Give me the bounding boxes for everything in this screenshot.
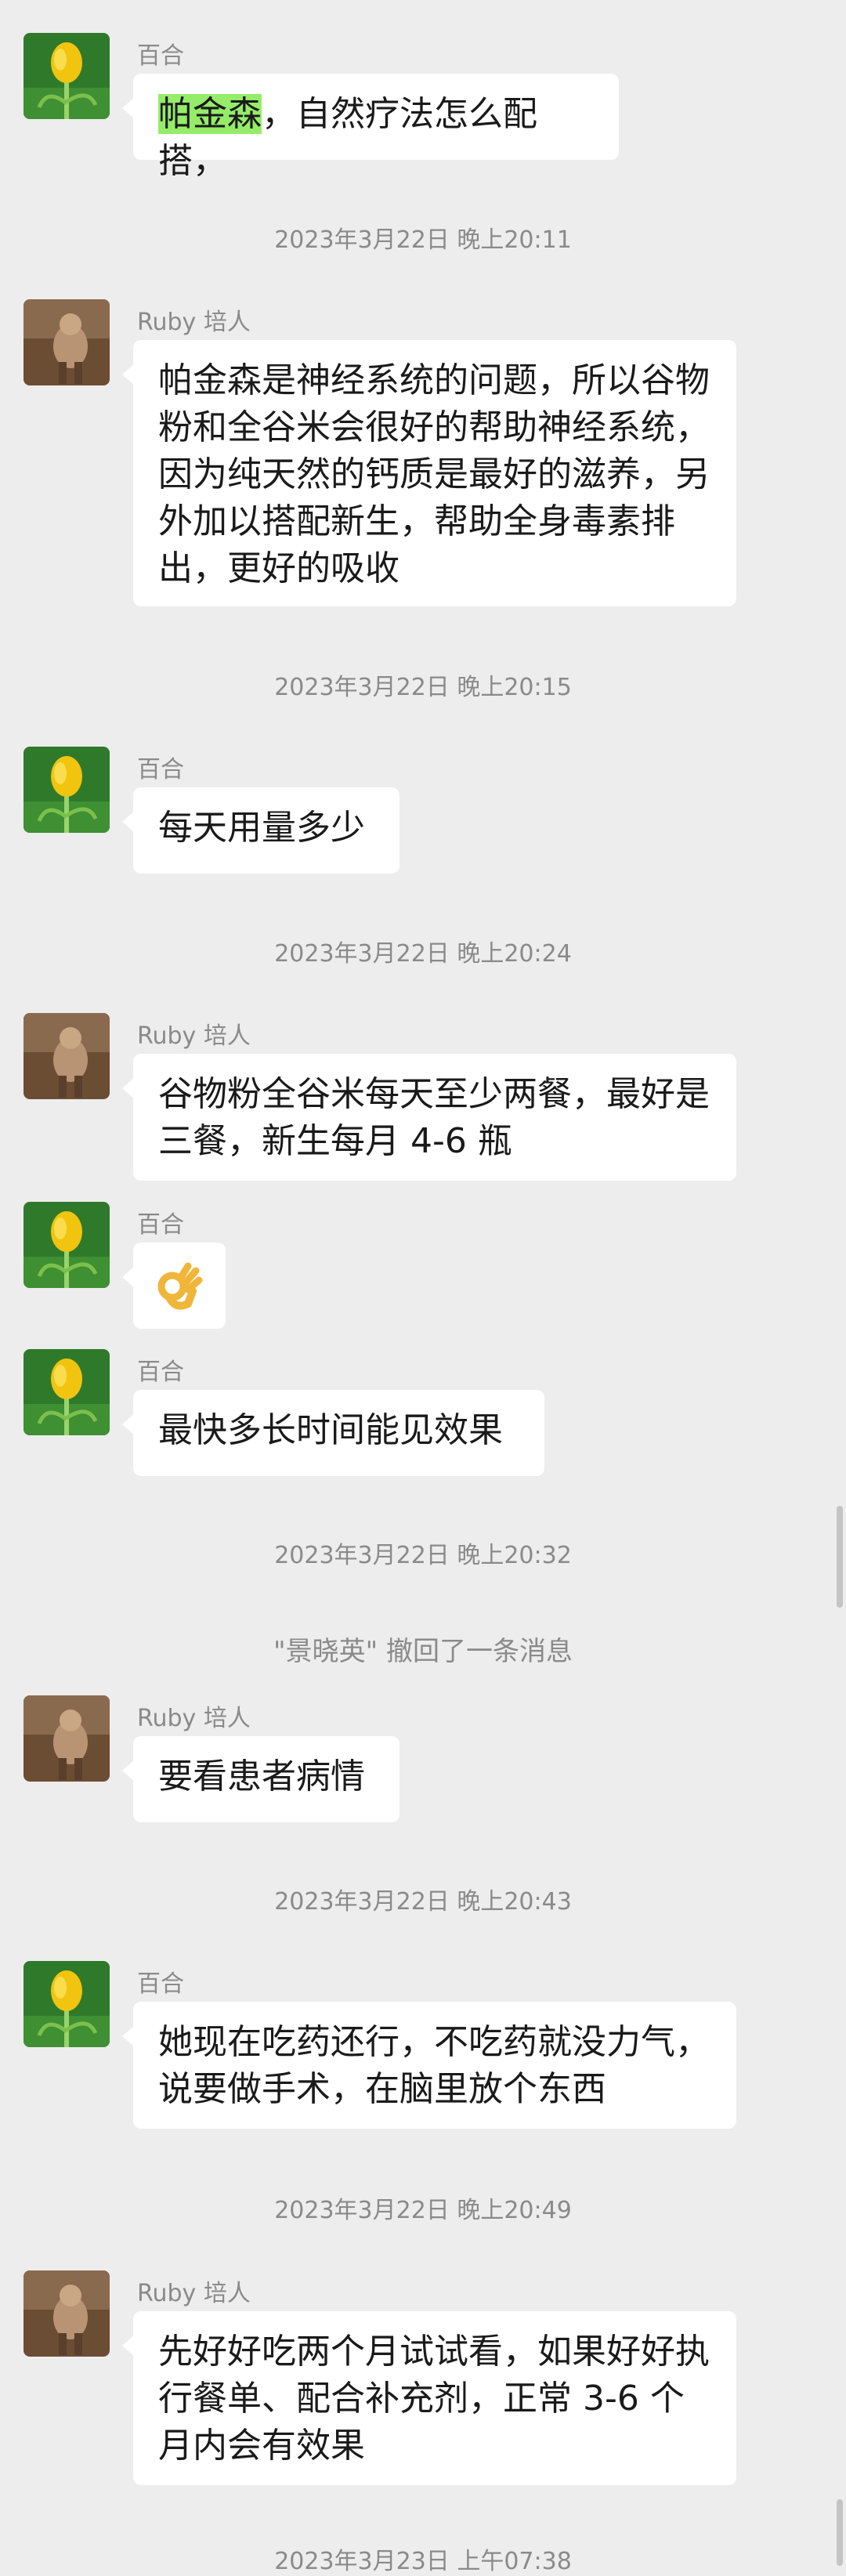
message-bubble[interactable] [122, 1243, 226, 1329]
message-bubble[interactable]: 她现在吃药还行，不吃药就没力气，说要做手术，在脑里放个东西 [122, 2002, 736, 2129]
scrollbar-thumb-lower[interactable] [837, 2499, 843, 2566]
message-text: 她现在吃药还行，不吃药就没力气，说要做手术，在脑里放个东西 [158, 2022, 710, 2109]
message-bubble[interactable]: 谷物粉全谷米每天至少两餐，最好是三餐，新生每月 4-6 瓶 [122, 1054, 736, 1181]
timestamp: 2023年3月22日 晚上20:32 [274, 1542, 572, 1569]
message-text: 要看患者病情 [158, 1757, 365, 1796]
sender-name: 百合 [137, 1970, 184, 1998]
timestamp: 2023年3月22日 晚上20:15 [274, 674, 572, 701]
message-text: 最快多长时间能见效果 [158, 1410, 503, 1450]
timestamp: 2023年3月22日 晚上20:11 [274, 226, 572, 254]
sender-name: 百合 [137, 1211, 184, 1239]
sender-name: 百合 [137, 42, 184, 70]
avatar-ruby[interactable] [24, 299, 110, 385]
sender-name: Ruby 培人 [137, 2280, 251, 2307]
timestamp: 2023年3月22日 晚上20:24 [274, 940, 572, 968]
recall-notice: "景晓英" 撤回了一条消息 [273, 1636, 573, 1667]
avatar-ruby[interactable] [24, 1695, 110, 1782]
avatar-ruby[interactable] [24, 2270, 110, 2357]
message-bubble[interactable]: 帕金森，自然疗法怎么配搭， [122, 74, 619, 181]
message-bubble[interactable]: 每天用量多少 [122, 787, 400, 874]
message-bubble[interactable]: 最快多长时间能见效果 [122, 1390, 544, 1476]
avatar-baihe[interactable] [24, 1202, 110, 1288]
avatar-baihe[interactable] [24, 747, 110, 833]
message-bubble[interactable]: 先好好吃两个月试试看，如果好好执行餐单、配合补充剂，正常 3-6 个月内会有效果 [122, 2311, 736, 2485]
message-text: 帕金森是神经系统的问题，所以谷物粉和全谷米会很好的帮助神经系统，因为纯天然的钙质… [158, 360, 710, 588]
message-bubble[interactable]: 要看患者病情 [122, 1736, 400, 1822]
sender-name: 百合 [137, 1359, 184, 1386]
timestamp: 2023年3月23日 上午07:38 [274, 2548, 572, 2575]
message-text: 谷物粉全谷米每天至少两餐，最好是三餐，新生每月 4-6 瓶 [158, 1074, 710, 1161]
sender-name: Ruby 培人 [137, 309, 251, 336]
sender-name: Ruby 培人 [137, 1022, 251, 1050]
scrollbar-thumb[interactable] [837, 1506, 843, 1608]
avatar-baihe[interactable] [24, 33, 110, 119]
highlighted-text[interactable]: 帕金森 [158, 94, 262, 134]
message-text: 先好好吃两个月试试看，如果好好执行餐单、配合补充剂，正常 3-6 个月内会有效果 [158, 2332, 710, 2466]
avatar-ruby[interactable] [24, 1013, 110, 1099]
avatar-baihe[interactable] [24, 1961, 110, 2047]
ok-hand-emoji [157, 1262, 203, 1310]
message-bubble[interactable]: 帕金森是神经系统的问题，所以谷物粉和全谷米会很好的帮助神经系统，因为纯天然的钙质… [122, 340, 736, 606]
sender-name: Ruby 培人 [137, 1705, 251, 1732]
timestamp: 2023年3月22日 晚上20:49 [274, 2197, 572, 2224]
message-text: 每天用量多少 [158, 808, 365, 848]
timestamp: 2023年3月22日 晚上20:43 [274, 1888, 572, 1916]
sender-name: 百合 [137, 756, 184, 783]
avatar-baihe[interactable] [24, 1349, 110, 1435]
